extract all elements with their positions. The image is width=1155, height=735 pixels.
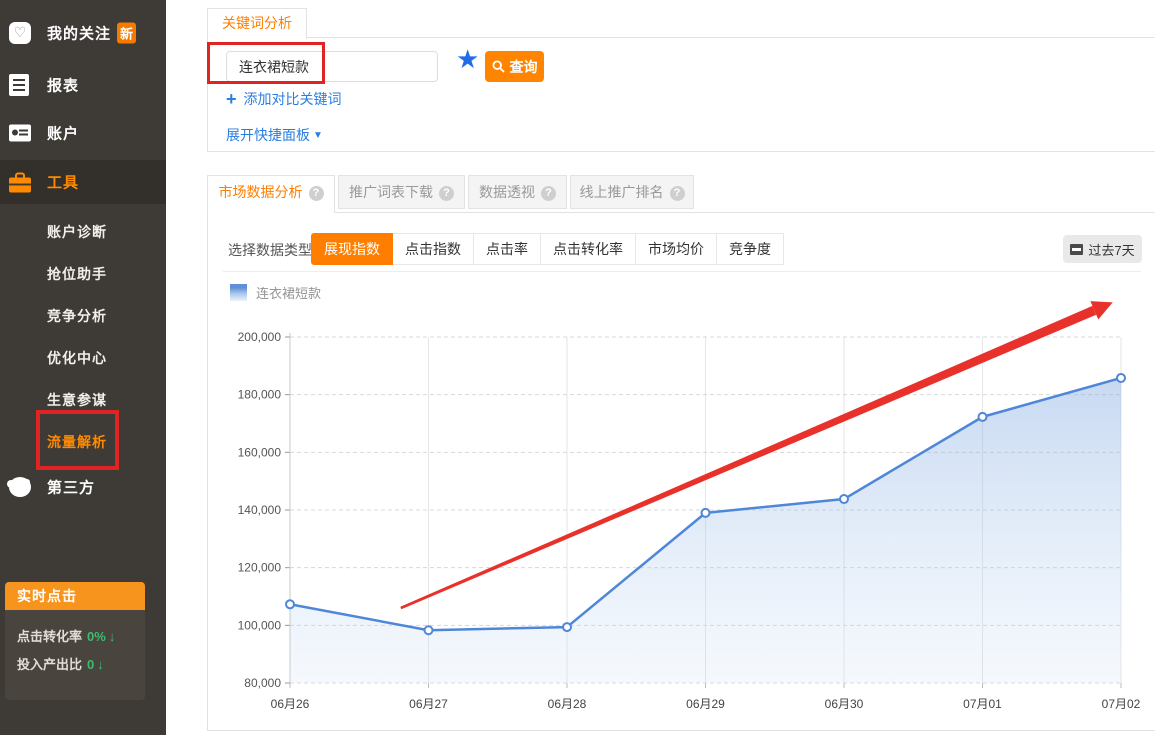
metric-click-index[interactable]: 点击指数: [392, 233, 474, 265]
expand-quick-panel-link[interactable]: 展开快捷面板 ▼: [226, 125, 323, 145]
id-card-icon: [9, 125, 31, 142]
market-data-panel: 选择数据类型： 展现指数 点击指数 点击率 点击转化率 市场均价 竞争度 过去7…: [207, 212, 1155, 731]
svg-text:07月01: 07月01: [963, 697, 1002, 711]
search-icon: [492, 60, 505, 73]
tab-label: 数据透视: [479, 184, 535, 200]
report-icon: [9, 74, 29, 96]
realtime-row-label: 点击转化率: [17, 629, 82, 644]
tab-online-promo-ranking[interactable]: 线上推广排名?: [570, 175, 694, 209]
sidebar-item-label: 账户: [47, 123, 79, 144]
tab-label: 市场数据分析: [219, 184, 303, 200]
controls-separator: [223, 271, 1141, 272]
svg-text:80,000: 80,000: [244, 676, 281, 690]
sidebar-item-account[interactable]: 账户: [0, 120, 166, 146]
realtime-row-roi: 投入产出比 0↓: [17, 654, 104, 673]
trend-arrow-shaft: [400, 306, 1096, 609]
realtime-widget-title: 实时点击: [5, 582, 145, 610]
legend-swatch-icon: [230, 284, 247, 301]
help-icon[interactable]: ?: [309, 186, 324, 201]
tab-label: 线上推广排名: [580, 184, 664, 200]
plus-icon: +: [226, 92, 237, 106]
sidebar-item-label: 工具: [47, 172, 79, 193]
metric-impression-index[interactable]: 展现指数: [311, 233, 393, 265]
trend-arrow-head: [1090, 301, 1112, 319]
calendar-icon-slot: [1072, 248, 1081, 253]
realtime-row-label: 投入产出比: [17, 657, 82, 672]
svg-text:06月30: 06月30: [825, 697, 864, 711]
date-range-button[interactable]: 过去7天: [1063, 235, 1142, 263]
id-card-icon-dot: [12, 130, 18, 136]
sidebar: ♡ 我的关注 新 报表 账户 工具 账户诊断 抢位助手 竞争分析 优化中心 生意: [0, 0, 166, 735]
query-button-label: 查询: [510, 57, 538, 77]
svg-text:140,000: 140,000: [238, 503, 282, 517]
legend-label: 连衣裙短款: [256, 283, 321, 302]
sidebar-item-label: 我的关注: [47, 23, 111, 44]
help-icon[interactable]: ?: [541, 186, 556, 201]
caret-down-icon: ▼: [313, 130, 323, 141]
sidebar-item-label: 报表: [47, 75, 79, 96]
tab-label: 推广词表下载: [349, 184, 433, 200]
third-party-icon-bump: [7, 480, 15, 488]
sidebar-item-reports[interactable]: 报表: [0, 72, 166, 98]
sidebar-subitem-optimization-center[interactable]: 优化中心: [47, 348, 157, 368]
add-compare-keyword-link[interactable]: + 添加对比关键词: [226, 89, 342, 109]
briefcase-icon-seam: [9, 184, 31, 186]
add-compare-label: 添加对比关键词: [244, 89, 342, 109]
app-screen: ♡ 我的关注 新 报表 账户 工具 账户诊断 抢位助手 竞争分析 优化中心 生意: [0, 0, 1155, 735]
sidebar-subitem-account-diagnosis[interactable]: 账户诊断: [47, 222, 157, 242]
metric-button-group: 展现指数 点击指数 点击率 点击转化率 市场均价 竞争度: [311, 233, 784, 265]
svg-text:06月28: 06月28: [548, 697, 587, 711]
query-button[interactable]: 查询: [485, 51, 544, 82]
help-icon[interactable]: ?: [670, 186, 685, 201]
tab-market-data-analysis[interactable]: 市场数据分析?: [207, 175, 335, 213]
heart-icon: ♡: [9, 22, 31, 44]
briefcase-icon-handle: [15, 173, 25, 179]
sidebar-item-third-party[interactable]: 第三方: [0, 474, 166, 500]
briefcase-icon: [9, 178, 31, 193]
sidebar-item-label: 第三方: [47, 477, 95, 498]
chart-legend: 连衣裙短款: [230, 283, 321, 302]
realtime-row-ctr: 点击转化率 0%↓: [17, 626, 115, 645]
help-icon[interactable]: ?: [439, 186, 454, 201]
date-range-label: 过去7天: [1088, 240, 1134, 259]
tab-data-perspective[interactable]: 数据透视?: [468, 175, 567, 209]
svg-text:06月26: 06月26: [271, 697, 310, 711]
svg-text:180,000: 180,000: [238, 388, 282, 402]
metric-competition[interactable]: 竞争度: [716, 233, 784, 265]
third-party-icon: [9, 477, 31, 497]
svg-text:160,000: 160,000: [238, 445, 282, 459]
metric-click-rate[interactable]: 点击率: [473, 233, 541, 265]
sidebar-subitem-traffic-analysis[interactable]: 流量解析: [47, 432, 157, 452]
tab-promo-wordlist-download[interactable]: 推广词表下载?: [338, 175, 465, 209]
expand-label: 展开快捷面板: [226, 125, 310, 145]
new-badge: 新: [117, 23, 136, 44]
realtime-click-widget: 实时点击 点击转化率0%↓ 投入产出比0↓: [5, 582, 145, 700]
calendar-icon: [1070, 244, 1083, 255]
sidebar-item-my-follow[interactable]: ♡ 我的关注 新: [0, 20, 166, 46]
sidebar-subitem-competition-analysis[interactable]: 竞争分析: [47, 306, 157, 326]
metric-market-avg-price[interactable]: 市场均价: [635, 233, 717, 265]
down-arrow-icon: ↓: [97, 657, 104, 672]
sidebar-subitem-rank-assistant[interactable]: 抢位助手: [47, 264, 157, 284]
svg-text:06月27: 06月27: [409, 697, 448, 711]
down-arrow-icon: ↓: [109, 629, 116, 644]
tab-keyword-analysis[interactable]: 关键词分析: [207, 8, 307, 39]
realtime-row-value: 0: [87, 657, 94, 672]
svg-text:07月02: 07月02: [1102, 697, 1141, 711]
report-icon-lines: [13, 79, 25, 81]
sidebar-item-tools[interactable]: 工具: [0, 160, 166, 204]
svg-text:200,000: 200,000: [238, 330, 282, 344]
keyword-search-panel: ★ 查询 + 添加对比关键词 展开快捷面板 ▼: [207, 37, 1155, 152]
keyword-input[interactable]: [226, 51, 438, 82]
favorite-star-icon[interactable]: ★: [456, 44, 479, 75]
sidebar-subitem-business-advisor[interactable]: 生意参谋: [47, 390, 157, 410]
metric-click-conversion-rate[interactable]: 点击转化率: [540, 233, 636, 265]
id-card-icon-lines: [19, 130, 28, 132]
heart-glyph: ♡: [14, 24, 27, 40]
svg-text:100,000: 100,000: [238, 618, 282, 632]
realtime-row-value: 0%: [87, 629, 106, 644]
trend-line-chart: 06月26 06月27 06月28 06月29 06月30 07月01 07月02 80,00…: [208, 277, 1155, 732]
svg-text:06月29: 06月29: [686, 697, 725, 711]
svg-text:120,000: 120,000: [238, 561, 282, 575]
